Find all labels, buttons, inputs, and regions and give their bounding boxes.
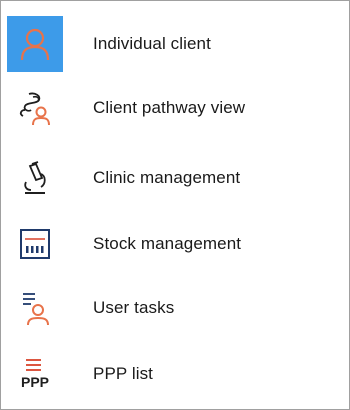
menu-item-label: Client pathway view xyxy=(93,98,246,117)
ppp-list-icon: PPP xyxy=(15,354,55,394)
menu-item-label: User tasks xyxy=(93,298,175,317)
task-list-person-icon xyxy=(15,288,55,328)
pathway-person-icon xyxy=(15,88,55,128)
menu-item-clinic-management[interactable]: Clinic management xyxy=(5,149,345,207)
icon-container xyxy=(7,80,63,136)
menu-item-label: Clinic management xyxy=(93,168,241,187)
person-icon xyxy=(15,24,55,64)
menu-item-label: Individual client xyxy=(93,34,211,53)
stock-chart-icon xyxy=(15,224,55,264)
icon-container xyxy=(7,280,63,336)
ppp-icon-text: PPP xyxy=(21,374,49,390)
context-menu: Individual client Client pathway view Cl… xyxy=(0,0,350,410)
icon-container xyxy=(7,216,63,272)
icon-container: PPP xyxy=(7,346,63,402)
menu-item-ppp-list[interactable]: PPP PPP list xyxy=(5,345,345,403)
microscope-icon xyxy=(15,158,55,198)
menu-item-client-pathway-view[interactable]: Client pathway view xyxy=(5,79,345,137)
menu-item-user-tasks[interactable]: User tasks xyxy=(5,279,345,337)
menu-item-label: PPP list xyxy=(93,364,154,383)
icon-container xyxy=(7,150,63,206)
menu-item-stock-management[interactable]: Stock management xyxy=(5,215,345,273)
menu-item-label: Stock management xyxy=(93,234,242,253)
menu-item-individual-client[interactable]: Individual client xyxy=(5,15,345,73)
selection-highlight xyxy=(7,16,63,72)
